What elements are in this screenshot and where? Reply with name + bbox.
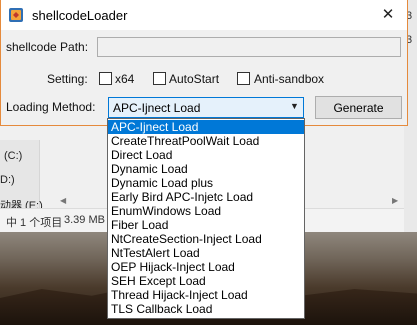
shellcode-path-input[interactable] (97, 37, 401, 57)
drive-c[interactable]: (C:) (4, 150, 22, 162)
loading-method-label: Loading Method: (6, 100, 96, 114)
chevron-down-icon[interactable]: ▼ (290, 101, 299, 111)
dropdown-option[interactable]: Direct Load (108, 148, 304, 162)
app-window: shellcodeLoader ✕ shellcode Path: Settin… (0, 0, 408, 126)
status-item-count: 中 1 个项目 (6, 217, 63, 229)
dropdown-option[interactable]: TLS Callback Load (108, 302, 304, 316)
app-icon (9, 8, 23, 22)
dropdown-option[interactable]: Dynamic Load (108, 162, 304, 176)
anti-sandbox-label[interactable]: Anti-sandbox (254, 72, 324, 86)
generate-button[interactable]: Generate (315, 96, 402, 119)
loading-method-dropdown: APC-Ijnect Load CreateThreatPoolWait Load… (107, 118, 305, 319)
dropdown-option[interactable]: Dynamic Load plus (108, 176, 304, 190)
dropdown-option[interactable]: Fiber Load (108, 218, 304, 232)
dropdown-option[interactable]: CreateThreatPoolWait Load (108, 134, 304, 148)
close-icon: ✕ (381, 6, 395, 23)
close-button[interactable]: ✕ (373, 2, 403, 26)
scroll-left-icon[interactable]: ◀ (60, 196, 66, 205)
x64-checkbox[interactable] (99, 72, 112, 85)
dropdown-option[interactable]: Early Bird APC-Injetc Load (108, 190, 304, 204)
dropdown-option[interactable]: Thread Hijack-Inject Load (108, 288, 304, 302)
generate-button-label: Generate (333, 100, 384, 115)
anti-sandbox-checkbox[interactable] (237, 72, 250, 85)
title-bar[interactable]: shellcodeLoader ✕ (1, 0, 407, 30)
scroll-right-icon[interactable]: ▶ (392, 196, 398, 205)
x64-label[interactable]: x64 (115, 72, 134, 86)
loading-method-select[interactable]: APC-Ijnect Load ▼ (108, 97, 304, 118)
dropdown-option[interactable]: NtCreateSection-Inject Load (108, 232, 304, 246)
dropdown-option[interactable]: NtTestAlert Load (108, 246, 304, 260)
dropdown-option[interactable]: APC-Ijnect Load (108, 120, 304, 134)
setting-label: Setting: (47, 72, 88, 86)
autostart-label[interactable]: AutoStart (169, 72, 219, 86)
autostart-checkbox[interactable] (153, 72, 166, 85)
dropdown-option[interactable]: EnumWindows Load (108, 204, 304, 218)
loading-method-value: APC-Ijnect Load (113, 101, 201, 115)
shellcode-path-label: shellcode Path: (6, 40, 89, 54)
status-size: 3.39 MB (64, 214, 105, 226)
drive-d[interactable]: D:) (0, 174, 15, 186)
dropdown-option[interactable]: OEP Hijack-Inject Load (108, 260, 304, 274)
dropdown-option[interactable]: SEH Except Load (108, 274, 304, 288)
window-title: shellcodeLoader (32, 8, 128, 23)
